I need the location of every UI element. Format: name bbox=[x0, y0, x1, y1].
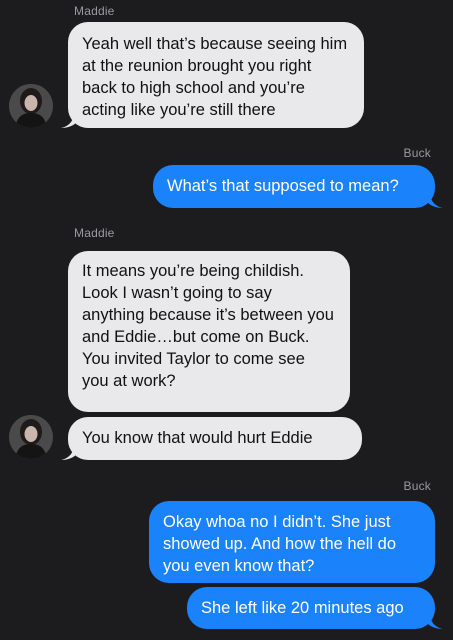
incoming-message-bubble[interactable]: It means you’re being childish. Look I w… bbox=[68, 251, 350, 412]
sender-name: Maddie bbox=[74, 226, 115, 240]
message-thread: Maddie Yeah well that’s because seeing h… bbox=[0, 0, 453, 640]
incoming-message-bubble[interactable]: You know that would hurt Eddie bbox=[68, 417, 362, 460]
bubble-tail bbox=[427, 613, 443, 629]
maddie-avatar[interactable] bbox=[9, 415, 53, 459]
outgoing-message-bubble[interactable]: What’s that supposed to mean? bbox=[153, 165, 435, 208]
bubble-tail bbox=[61, 112, 77, 128]
sender-name: Buck bbox=[403, 479, 431, 493]
outgoing-message-bubble[interactable]: Okay whoa no I didn’t. She just showed u… bbox=[149, 501, 435, 583]
outgoing-message-bubble[interactable]: She left like 20 minutes ago bbox=[187, 587, 435, 629]
bubble-tail bbox=[427, 192, 443, 208]
bubble-tail bbox=[61, 444, 77, 460]
maddie-avatar[interactable] bbox=[9, 84, 53, 128]
sender-name: Buck bbox=[403, 146, 431, 160]
sender-name: Maddie bbox=[74, 4, 115, 18]
incoming-message-bubble[interactable]: Yeah well that’s because seeing him at t… bbox=[68, 22, 364, 128]
